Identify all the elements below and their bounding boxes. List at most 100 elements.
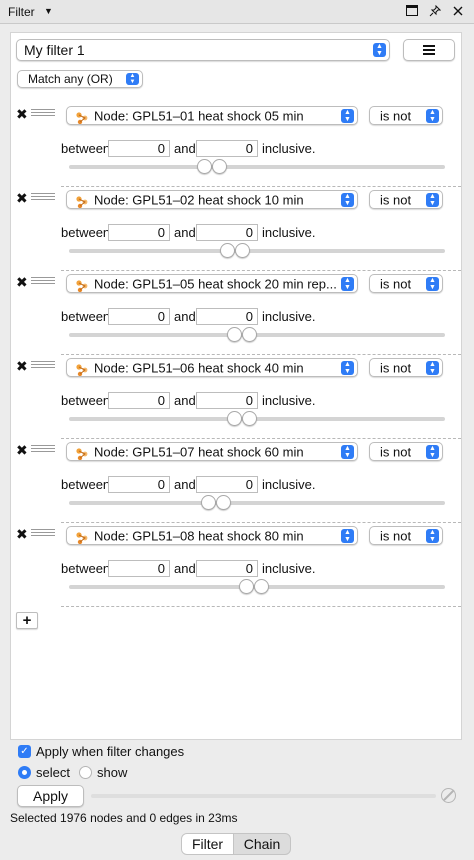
condition-row: ✖ Node: GPL51–07 heat shock 60 min ▲ ▼ is no… [11,439,461,523]
condition-row: ✖ Node: GPL51–08 heat shock 80 min ▲ ▼ is no… [11,523,461,607]
column-select-label: Node: GPL51–01 heat shock 05 min [94,108,304,123]
remove-condition-icon[interactable]: ✖ [16,442,28,459]
column-select[interactable]: Node: GPL51–06 heat shock 40 min ▲ ▼ [66,358,358,377]
select-radio[interactable] [18,766,31,779]
stepper-icon: ▲ ▼ [426,360,439,375]
drag-handle-icon[interactable] [31,445,55,452]
tab-bar: Filter Chain [181,833,291,855]
column-select[interactable]: Node: GPL51–02 heat shock 10 min ▲ ▼ [66,190,358,209]
column-select[interactable]: Node: GPL51–05 heat shock 20 min rep... ▲… [66,274,358,293]
maximize-icon[interactable] [405,5,419,19]
and-label: and [174,477,196,492]
remove-condition-icon[interactable]: ✖ [16,526,28,543]
cancel-icon[interactable] [441,788,456,803]
column-select[interactable]: Node: GPL51–08 heat shock 80 min ▲ ▼ [66,526,358,545]
range-from-input[interactable]: 0 [108,308,170,325]
range-to-input[interactable]: 0 [196,560,258,577]
range-slider-low-handle[interactable] [197,159,213,174]
drag-handle-icon[interactable] [31,361,55,368]
range-slider-low-handle[interactable] [238,579,254,594]
range-from-input[interactable]: 0 [108,476,170,493]
add-condition-button[interactable]: + [16,612,38,629]
range-slider-low-handle[interactable] [227,327,243,342]
operator-select[interactable]: is not ▲ ▼ [369,358,443,377]
drag-handle-icon[interactable] [31,109,55,116]
node-column-icon [76,112,88,124]
filter-panel: My filter 1 ▲ ▼ Match any (OR) ▲ ▼ ✖ Node: … [10,32,462,740]
range-to-input[interactable]: 0 [196,392,258,409]
column-select[interactable]: Node: GPL51–01 heat shock 05 min ▲ ▼ [66,106,358,125]
node-column-icon [76,280,88,292]
range-slider-high-handle[interactable] [253,579,269,594]
between-label: between [61,225,111,240]
remove-condition-icon[interactable]: ✖ [16,358,28,375]
stepper-icon: ▲ ▼ [126,73,139,85]
range-slider-low-handle[interactable] [227,411,243,426]
range-slider-high-handle[interactable] [234,243,250,258]
column-select-label: Node: GPL51–06 heat shock 40 min [94,360,304,375]
range-slider-high-handle[interactable] [212,159,228,174]
hamburger-icon [423,45,435,55]
window-titlebar: Filter ▼ [0,0,474,24]
operator-select[interactable]: is not ▲ ▼ [369,274,443,293]
node-column-icon [76,196,88,208]
progress-bar [91,794,436,798]
stepper-icon: ▲ ▼ [426,444,439,459]
range-slider-track[interactable] [69,165,445,169]
stepper-icon: ▲ ▼ [426,276,439,291]
between-label: between [61,477,111,492]
stepper-icon: ▲ ▼ [341,444,354,459]
range-slider-high-handle[interactable] [242,327,258,342]
range-slider-low-handle[interactable] [219,243,235,258]
condition-row: ✖ Node: GPL51–02 heat shock 10 min ▲ ▼ is no… [11,187,461,271]
match-mode-select[interactable]: Match any (OR) ▲ ▼ [17,70,143,88]
operator-select[interactable]: is not ▲ ▼ [369,190,443,209]
stepper-icon: ▲ ▼ [341,360,354,375]
remove-condition-icon[interactable]: ✖ [16,106,28,123]
condition-row: ✖ Node: GPL51–05 heat shock 20 min rep...… [11,271,461,355]
operator-select[interactable]: is not ▲ ▼ [369,442,443,461]
operator-select[interactable]: is not ▲ ▼ [369,106,443,125]
close-icon[interactable] [451,5,465,19]
range-to-input[interactable]: 0 [196,224,258,241]
range-from-input[interactable]: 0 [108,392,170,409]
stepper-icon: ▲ ▼ [341,108,354,123]
range-to-input[interactable]: 0 [196,476,258,493]
filter-name-select[interactable]: My filter 1 ▲ ▼ [16,39,390,61]
caret-down-icon[interactable]: ▼ [44,6,53,16]
range-slider-high-handle[interactable] [216,495,232,510]
pin-icon[interactable] [428,4,442,20]
stepper-icon: ▲ ▼ [341,528,354,543]
range-slider-track[interactable] [69,249,445,253]
drag-handle-icon[interactable] [31,193,55,200]
drag-handle-icon[interactable] [31,529,55,536]
remove-condition-icon[interactable]: ✖ [16,274,28,291]
range-from-input[interactable]: 0 [108,140,170,157]
and-label: and [174,141,196,156]
operator-select[interactable]: is not ▲ ▼ [369,526,443,545]
apply-when-changes-checkbox[interactable]: ✓ [18,745,31,758]
remove-condition-icon[interactable]: ✖ [16,190,28,207]
node-column-icon [76,364,88,376]
between-label: between [61,561,111,576]
drag-handle-icon[interactable] [31,277,55,284]
range-from-input[interactable]: 0 [108,560,170,577]
select-radio-label: select [36,765,70,780]
apply-button[interactable]: Apply [17,785,84,807]
range-to-input[interactable]: 0 [196,140,258,157]
range-slider-low-handle[interactable] [201,495,217,510]
and-label: and [174,393,196,408]
tab-chain[interactable]: Chain [234,834,290,854]
range-to-input[interactable]: 0 [196,308,258,325]
tab-filter[interactable]: Filter [182,834,234,854]
column-select[interactable]: Node: GPL51–07 heat shock 60 min ▲ ▼ [66,442,358,461]
stepper-icon: ▲ ▼ [426,192,439,207]
range-slider-track[interactable] [69,501,445,505]
operator-label: is not [380,192,412,207]
range-from-input[interactable]: 0 [108,224,170,241]
menu-button[interactable] [403,39,455,61]
node-column-icon [76,448,88,460]
show-radio[interactable] [79,766,92,779]
stepper-icon: ▲ ▼ [426,108,439,123]
range-slider-high-handle[interactable] [242,411,258,426]
